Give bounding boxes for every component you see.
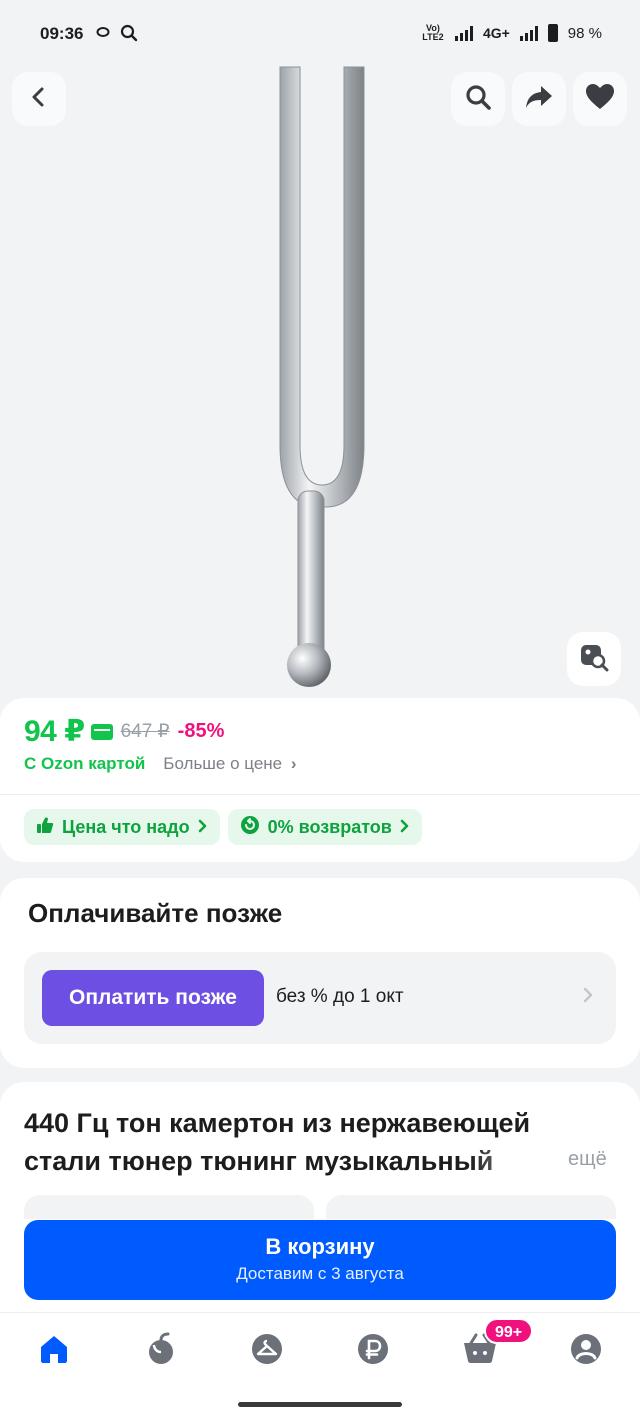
status-time: 09:36 — [40, 24, 84, 43]
pay-later-title: Оплачивайте позже — [28, 898, 283, 928]
ozon-card-icon — [90, 723, 113, 740]
gesture-home-bar[interactable] — [238, 1402, 402, 1407]
nav-finance[interactable] — [353, 1331, 393, 1371]
pay-later-option[interactable]: Оплатить позже без % до 1 окт — [24, 952, 616, 1044]
delivery-date: Доставим с 3 августа — [236, 1264, 404, 1283]
add-to-cart-button[interactable]: В корзину Доставим с 3 августа — [24, 1220, 616, 1300]
chevron-left-icon — [27, 85, 51, 114]
title-more-link[interactable]: ещё — [568, 1148, 607, 1171]
status-bar: 09:36 Vo) LTE2 4G+ 98 % — [0, 0, 640, 62]
profile-icon — [569, 1332, 603, 1371]
fresh-icon — [250, 1332, 284, 1371]
nav-profile[interactable] — [566, 1331, 606, 1371]
search-icon — [464, 83, 492, 116]
back-button[interactable] — [12, 72, 66, 126]
chevron-right-icon — [582, 984, 594, 1010]
image-search-button[interactable] — [567, 632, 621, 686]
pay-later-note: без % до 1 окт — [276, 986, 404, 1007]
title-fade — [470, 1144, 565, 1180]
search-button[interactable] — [451, 72, 505, 126]
product-screen: 09:36 Vo) LTE2 4G+ 98 % 94 ₽ 647 ₽ -85% … — [0, 0, 640, 1423]
home-icon — [37, 1333, 71, 1370]
pay-later-card: Оплачивайте позже Оплатить позже без % д… — [0, 878, 640, 1068]
product-image-gallery[interactable] — [0, 58, 640, 698]
cart-count-badge: 99+ — [484, 1318, 534, 1344]
finance-icon — [356, 1332, 390, 1371]
battery-icon — [547, 24, 558, 42]
more-about-price-label: Больше о цене — [163, 754, 283, 773]
sync-icon — [96, 24, 110, 44]
share-icon — [524, 83, 554, 116]
add-to-cart-label: В корзину — [265, 1234, 375, 1259]
return-icon — [240, 815, 260, 840]
share-button[interactable] — [512, 72, 566, 126]
current-price: 94 ₽ — [24, 715, 85, 748]
chip-label: 0% возвратов — [267, 816, 392, 837]
catalog-icon — [145, 1332, 177, 1371]
thumbs-up-icon — [36, 816, 54, 839]
network-type: 4G+ — [482, 25, 510, 41]
price-details-line: С Ozon картой Больше о цене › — [24, 754, 297, 774]
nav-catalog[interactable] — [141, 1331, 181, 1371]
heart-icon — [585, 83, 615, 116]
status-right: Vo) LTE2 4G+ 98 % — [421, 24, 602, 42]
old-price: 647 ₽ — [120, 721, 170, 742]
info-tile — [326, 1195, 616, 1219]
info-tile — [24, 1195, 314, 1219]
image-search-icon — [579, 642, 609, 677]
signal-icon-2 — [519, 25, 538, 41]
pay-later-button[interactable]: Оплатить позже — [42, 970, 264, 1026]
nav-fresh[interactable] — [247, 1331, 287, 1371]
chevron-right-icon: › — [290, 754, 297, 773]
search-status-icon — [120, 24, 138, 47]
ozon-card-label: С Ozon картой — [24, 754, 146, 773]
signal-icon — [454, 25, 473, 41]
price-row: 94 ₽ 647 ₽ -85% — [24, 714, 224, 749]
discount-badge: -85% — [177, 720, 225, 742]
chip-good-price[interactable]: Цена что надо — [24, 809, 220, 845]
battery-level: 98 % — [567, 24, 602, 42]
feature-chips: Цена что надо 0% возвратов — [24, 809, 422, 845]
price-card: 94 ₽ 647 ₽ -85% С Ozon картой Больше о ц… — [0, 698, 640, 862]
favorite-button[interactable] — [573, 72, 627, 126]
chevron-right-icon — [400, 817, 410, 838]
chevron-right-icon — [198, 817, 208, 838]
divider — [0, 794, 640, 795]
more-about-price-link[interactable]: Больше о цене › — [163, 754, 296, 774]
tuning-fork-image — [279, 66, 365, 687]
chip-label: Цена что надо — [62, 816, 190, 837]
volte-label: Vo) LTE2 — [422, 23, 444, 42]
nav-home[interactable] — [34, 1331, 74, 1371]
chip-zero-returns[interactable]: 0% возвратов — [227, 809, 422, 845]
